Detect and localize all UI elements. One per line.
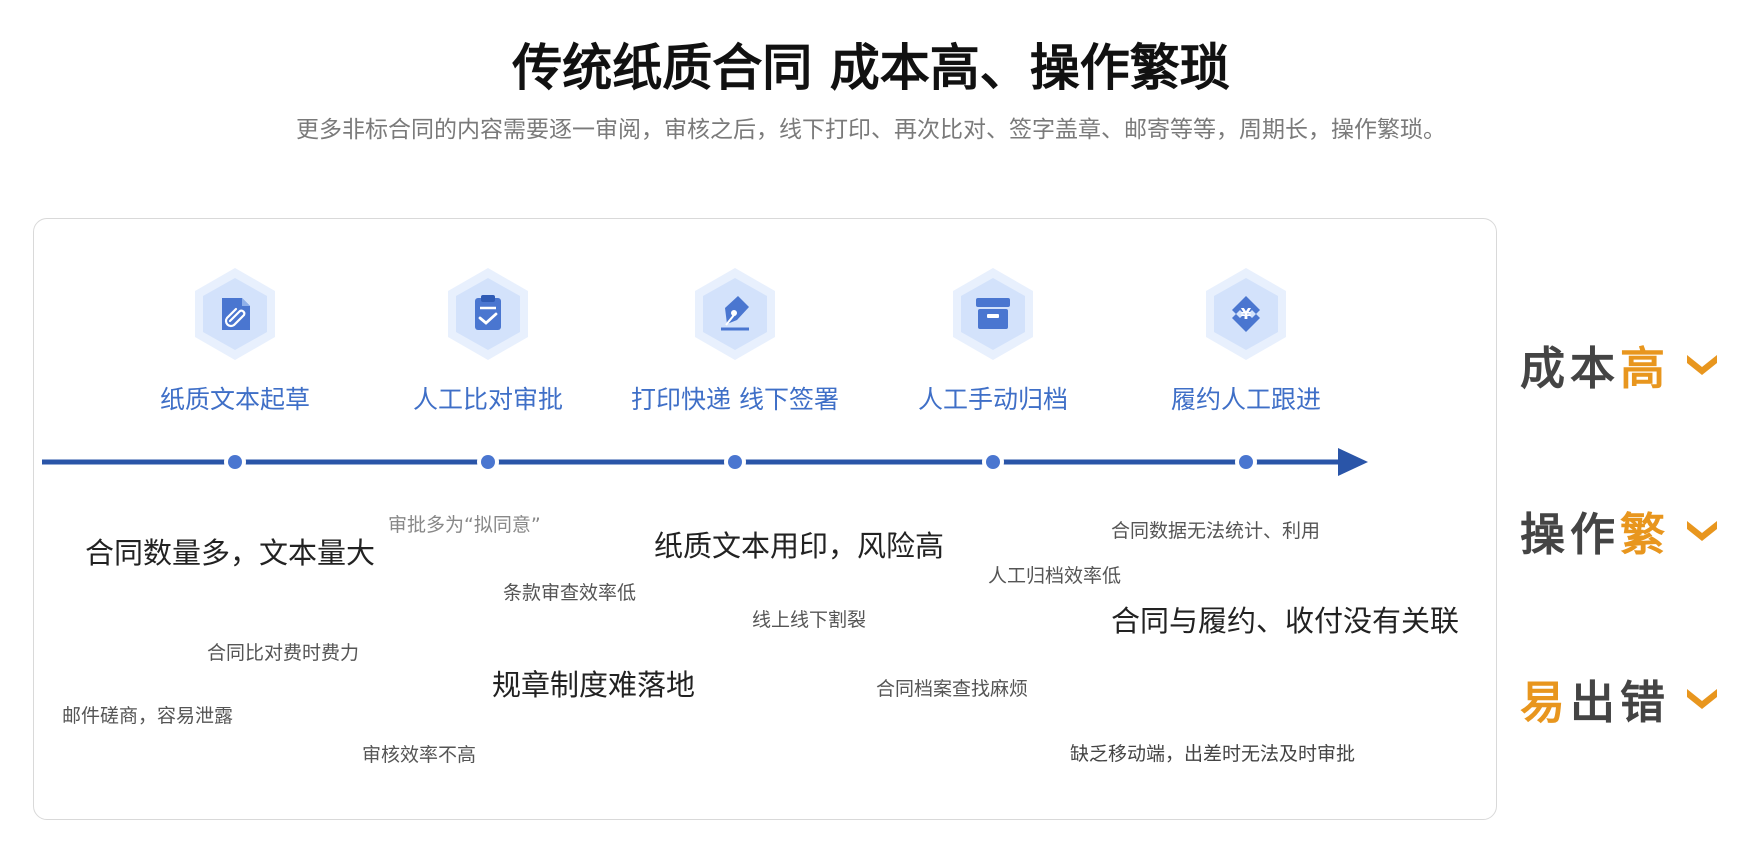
issue-text: 规章制度难落地 [492,668,696,702]
issue-text: 合同数量多，文本量大 [85,536,376,570]
issue-text: 纸质文本用印，风险高 [654,529,945,563]
side-tag-accent: 高 [1620,341,1671,395]
chevron-down-icon [1687,355,1718,375]
side-tag-operation: 操作繁 [1520,500,1720,561]
archive-box-icon [951,266,1035,362]
issue-text: 条款审查效率低 [503,582,637,604]
clipboard-check-icon [446,266,530,362]
issue-text: 线上线下割裂 [752,609,867,631]
chevron-down-icon [1687,521,1718,541]
pen-sign-icon [693,266,777,362]
step-label-sign: 打印快递 线下签署 [631,385,839,414]
side-tag-cost: 成本高 [1520,334,1720,395]
issue-text: 缺乏移动端，出差时无法及时审批 [1070,743,1356,765]
issue-text: 人工归档效率低 [988,565,1122,587]
issue-text: 邮件磋商，容易泄露 [62,705,234,727]
side-tag-main: 操作 [1520,507,1621,561]
issue-text: 合同与履约、收付没有关联 [1111,604,1460,638]
yuan-exchange-icon: ¥ [1204,266,1288,362]
issue-text: 审核效率不高 [362,744,477,766]
paperclip-document-icon [193,266,277,362]
issue-text: 合同比对费时费力 [207,642,360,664]
side-tag-main: 出错 [1570,675,1671,729]
issue-text: 合同数据无法统计、利用 [1111,520,1321,542]
page-title: 传统纸质合同 成本高、操作繁琐 [512,39,1230,97]
issue-text: 合同档案查找麻烦 [876,678,1029,700]
side-tag-error: 易出错 [1520,668,1720,729]
step-label-fulfill: 履约人工跟进 [1170,385,1321,414]
chevron-down-icon [1687,689,1718,709]
svg-text:¥: ¥ [1241,305,1252,323]
issue-text: 审批多为“拟同意” [388,514,541,536]
side-tag-accent: 繁 [1620,507,1671,561]
side-tag-main: 成本 [1520,341,1621,395]
page-subtitle: 更多非标合同的内容需要逐一审阅，审核之后，线下打印、再次比对、签字盖章、邮寄等等… [296,117,1446,143]
side-tag-accent: 易 [1520,675,1571,729]
page: 传统纸质合同 成本高、操作繁琐 更多非标合同的内容需要逐一审阅，审核之后，线下打… [0,0,1742,846]
